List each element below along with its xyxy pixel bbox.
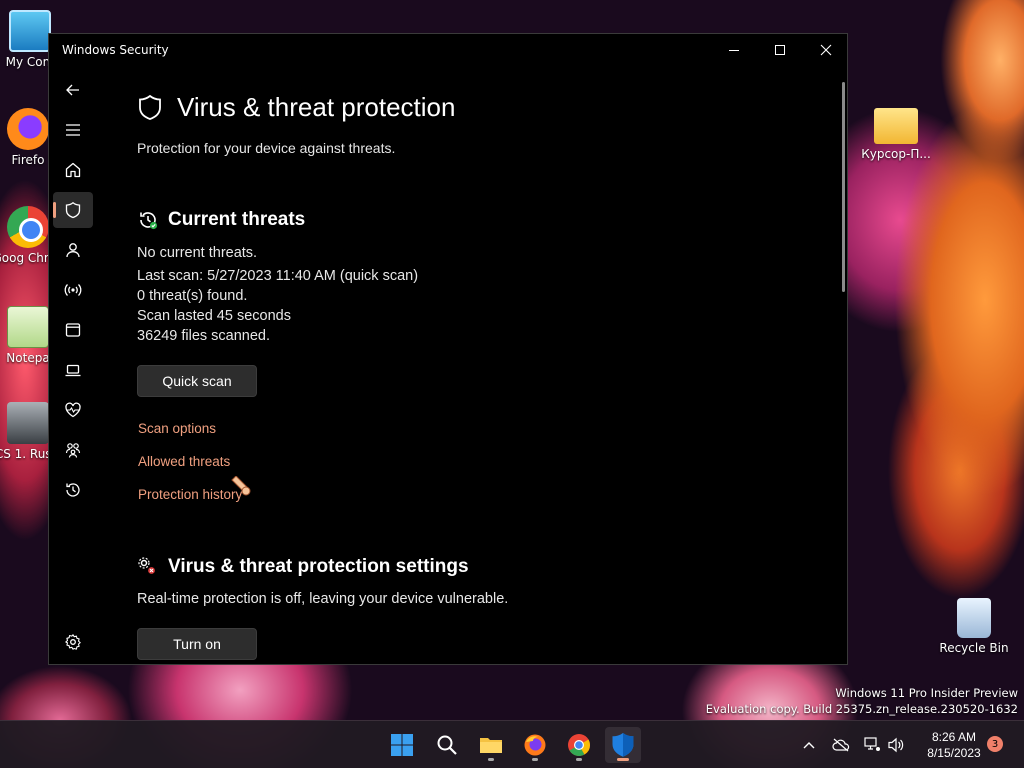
recycle-bin-icon — [957, 598, 991, 638]
laptop-icon — [65, 364, 81, 377]
os-watermark: Windows 11 Pro Insider Preview Evaluatio… — [706, 685, 1018, 717]
cloud-offline-icon — [832, 738, 850, 752]
scrollbar[interactable] — [842, 82, 845, 292]
hamburger-icon — [66, 124, 80, 136]
nav-item-virus-protection[interactable] — [53, 192, 93, 228]
tray-network[interactable] — [861, 721, 883, 768]
nav-menu-button[interactable] — [53, 112, 93, 148]
scan-history-icon — [140, 212, 158, 230]
nav-item-home[interactable] — [53, 152, 93, 188]
page-title: Virus & threat protection — [177, 92, 456, 122]
nav-item-device-performance[interactable] — [53, 392, 93, 428]
tray-volume[interactable] — [885, 721, 907, 768]
home-icon — [65, 162, 81, 178]
notepad-icon — [7, 306, 49, 348]
firefox-icon — [524, 734, 546, 756]
nav-item-protection-history[interactable] — [53, 472, 93, 508]
settings-section-header: Virus & threat protection settings — [137, 556, 469, 578]
desktop-icon-cursor-folder[interactable]: Курсор-П... — [858, 108, 934, 161]
scan-duration-text: Scan lasted 45 seconds — [137, 308, 291, 324]
desktop-icon-label: Курсор-П... — [861, 147, 931, 161]
nav-item-app-browser-control[interactable] — [53, 312, 93, 348]
settings-gears-icon — [138, 557, 155, 574]
current-threats-heading: Current threats — [168, 209, 306, 230]
mouse-cursor-icon — [231, 476, 251, 496]
allowed-threats-link[interactable]: Allowed threats — [138, 454, 230, 469]
shield-icon — [65, 201, 81, 219]
shield-icon — [612, 733, 634, 757]
page-subtitle: Protection for your device against threa… — [137, 140, 396, 156]
no-threats-text: No current threats. — [137, 245, 258, 261]
taskbar-search-button[interactable] — [429, 727, 465, 763]
desktop-icon-label: Recycle Bin — [939, 641, 1009, 655]
nav-item-settings[interactable] — [53, 624, 93, 660]
quick-scan-button[interactable]: Quick scan — [137, 365, 257, 397]
realtime-protection-status: Real-time protection is off, leaving you… — [137, 591, 509, 607]
tray-overflow-button[interactable] — [798, 721, 820, 768]
active-indicator — [617, 758, 629, 761]
running-indicator — [576, 758, 582, 761]
chrome-icon — [7, 206, 49, 248]
watermark-line: Evaluation copy. Build 25375.zn_release.… — [705, 702, 1018, 716]
windows-security-window: Windows Security Virus & threat protecti… — [48, 33, 848, 665]
nav-item-account-protection[interactable] — [53, 232, 93, 268]
folder-icon — [874, 108, 918, 144]
gear-icon — [65, 634, 81, 650]
chrome-icon — [568, 734, 590, 756]
history-icon — [66, 483, 80, 497]
taskbar-start-button[interactable] — [384, 727, 420, 763]
taskbar-firefox[interactable] — [517, 727, 553, 763]
taskbar-chrome[interactable] — [561, 727, 597, 763]
protection-history-link[interactable]: Protection history — [138, 487, 242, 502]
person-icon — [66, 243, 80, 258]
folder-icon — [480, 738, 502, 753]
back-arrow-icon — [66, 84, 79, 96]
tray-onedrive[interactable] — [830, 721, 852, 768]
running-indicator — [532, 758, 538, 761]
last-scan-text: Last scan: 5/27/2023 11:40 AM (quick sca… — [137, 268, 419, 284]
family-icon — [65, 443, 81, 458]
firefox-icon — [7, 108, 49, 150]
wireless-icon — [64, 284, 82, 296]
watermark-line: Windows 11 Pro Insider Preview — [835, 686, 1018, 700]
taskbar: 8:26 AM 8/15/2023 — [0, 720, 1024, 768]
files-scanned-text: 36249 files scanned. — [137, 328, 271, 344]
nav-item-device-security[interactable] — [53, 352, 93, 388]
nav-item-family-options[interactable] — [53, 432, 93, 468]
cs-icon — [7, 402, 49, 444]
network-icon — [864, 737, 880, 751]
windows-logo-icon — [391, 734, 413, 756]
page-header: Virus & threat protection — [137, 92, 455, 123]
desktop-icon-recycle-bin[interactable]: Recycle Bin — [936, 598, 1012, 655]
main-content: Virus & threat protection Protection for… — [137, 34, 847, 664]
speaker-icon — [888, 737, 904, 753]
search-icon — [437, 735, 457, 755]
settings-section-heading: Virus & threat protection settings — [168, 556, 469, 577]
current-threats-header: Current threats — [137, 209, 305, 231]
window-icon — [65, 323, 81, 337]
taskbar-windows-security[interactable] — [605, 727, 641, 763]
navigation-rail — [49, 70, 97, 666]
clock-date: 8/15/2023 — [927, 746, 981, 760]
chevron-up-icon — [803, 742, 815, 749]
nav-back-button[interactable] — [53, 72, 93, 108]
scan-options-link[interactable]: Scan options — [138, 421, 216, 436]
nav-item-firewall[interactable] — [53, 272, 93, 308]
heart-pulse-icon — [65, 402, 81, 418]
taskbar-clock[interactable]: 8:26 AM 8/15/2023 — [912, 729, 996, 761]
turn-on-button[interactable]: Turn on — [137, 628, 257, 660]
shield-icon — [139, 94, 161, 120]
taskbar-file-explorer[interactable] — [473, 727, 509, 763]
notification-badge[interactable]: 3 — [987, 736, 1003, 752]
computer-icon — [9, 10, 51, 52]
threats-found-text: 0 threat(s) found. — [137, 288, 248, 304]
clock-time: 8:26 AM — [931, 730, 977, 744]
running-indicator — [488, 758, 494, 761]
